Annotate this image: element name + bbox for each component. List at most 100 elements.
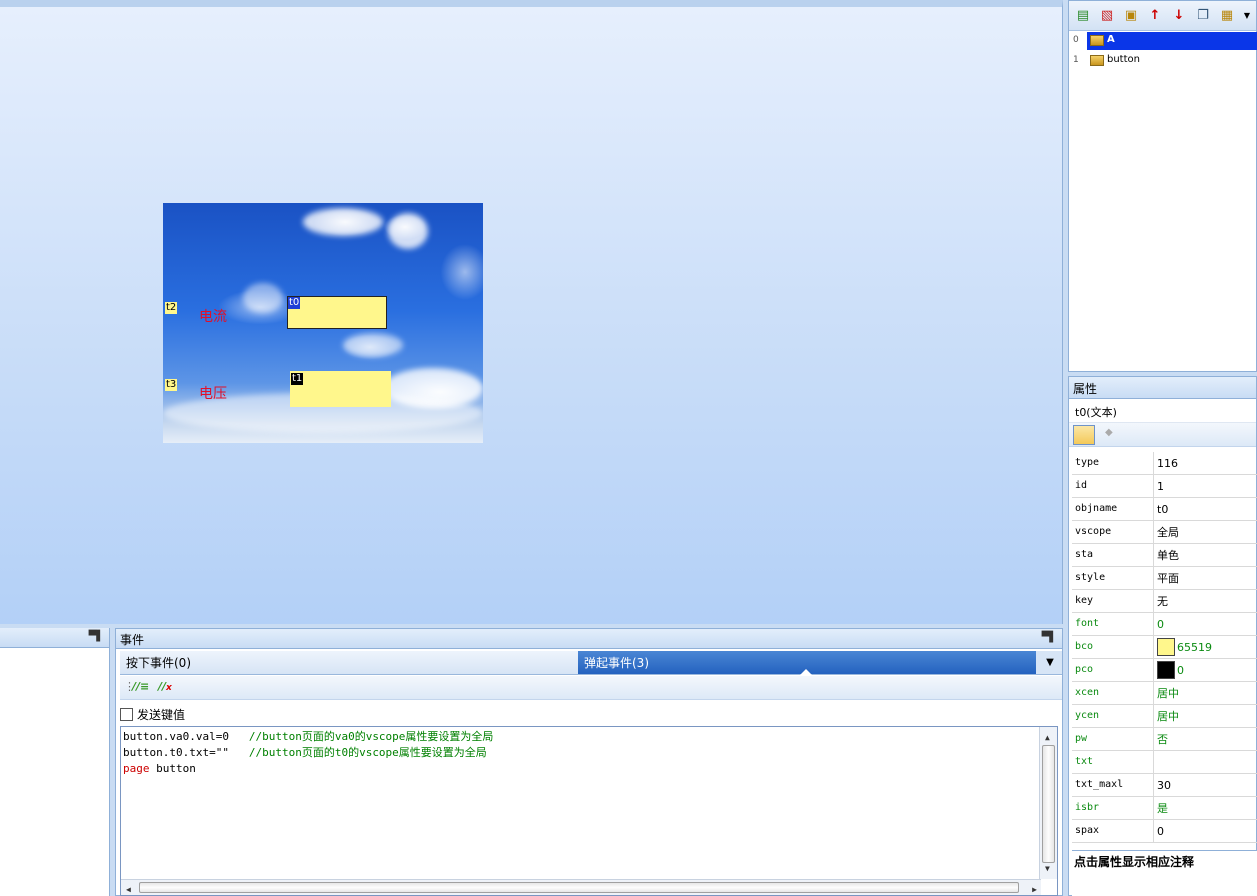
design-canvas[interactable]: t2 电流 t0 t3 电压 t1: [0, 0, 1063, 624]
import-page-icon[interactable]: ▦: [1219, 8, 1235, 24]
property-value[interactable]: 是: [1154, 797, 1257, 819]
event-panel-header: 事件 ▀▌: [116, 629, 1062, 649]
chevron-down-icon[interactable]: ▼: [1239, 8, 1255, 24]
property-row-key[interactable]: key 无: [1072, 590, 1257, 613]
code-editor[interactable]: button.va0.val=0 //button页面的va0的vscope属性…: [120, 726, 1058, 896]
pin-icon[interactable]: ▀▌: [89, 631, 104, 642]
property-name: ycen: [1072, 705, 1154, 727]
property-row-txt[interactable]: txt: [1072, 751, 1257, 774]
t0-tag[interactable]: t0: [288, 297, 301, 309]
property-name: pw: [1072, 728, 1154, 750]
page-icon: [1090, 35, 1104, 46]
property-value[interactable]: 全局: [1154, 521, 1257, 543]
property-name: spax: [1072, 820, 1154, 842]
move-up-icon[interactable]: ↑: [1147, 8, 1163, 24]
uncomment-icon[interactable]: //x: [158, 680, 172, 693]
property-value[interactable]: 居中: [1154, 705, 1257, 727]
event-toolbar: ⋮ //≡ //x: [120, 676, 1062, 700]
page-row[interactable]: 1 button: [1069, 52, 1257, 70]
property-value[interactable]: 居中: [1154, 682, 1257, 704]
move-down-icon[interactable]: ↓: [1171, 8, 1187, 24]
properties-toolbar: ◆: [1069, 423, 1256, 447]
property-row-pw[interactable]: pw 否: [1072, 728, 1257, 751]
property-row-xcen[interactable]: xcen 居中: [1072, 682, 1257, 705]
property-value[interactable]: 116: [1154, 452, 1257, 474]
property-value[interactable]: 1: [1154, 475, 1257, 497]
page-item-button[interactable]: button: [1087, 52, 1257, 70]
property-grid: type 116 id 1 objname t0 vscope 全局 sta 单色 style 平面 k…: [1072, 452, 1257, 843]
add-page-icon[interactable]: ▤: [1075, 8, 1091, 24]
page-item-a[interactable]: A: [1087, 32, 1257, 50]
send-key-label: 发送键值: [137, 707, 186, 722]
property-row-bco[interactable]: bco 65519: [1072, 636, 1257, 659]
property-name: bco: [1072, 636, 1154, 658]
property-row-id[interactable]: id 1: [1072, 475, 1257, 498]
t3-tag[interactable]: t3: [165, 379, 178, 391]
property-value[interactable]: 单色: [1154, 544, 1257, 566]
t1-tag[interactable]: t1: [291, 373, 304, 385]
copy-page-icon[interactable]: ❐: [1195, 8, 1211, 24]
property-value[interactable]: 0: [1154, 659, 1257, 681]
event-tabs: 按下事件(0) 弹起事件(3) ▼: [120, 651, 1062, 675]
current-label[interactable]: 电流: [199, 306, 227, 326]
pin-icon[interactable]: ▀▌: [1042, 632, 1057, 643]
tab-press-event[interactable]: 按下事件(0): [120, 651, 578, 674]
delete-page-icon[interactable]: ▧: [1099, 8, 1115, 24]
horizontal-scrollbar[interactable]: ◀ ▶: [121, 879, 1041, 895]
left-panel-header: ▀▌: [0, 628, 109, 648]
code-line: button.va0.val=0 //button页面的va0的vscope属性…: [123, 730, 494, 743]
property-value[interactable]: 30: [1154, 774, 1257, 796]
page-icon: [1090, 55, 1104, 66]
hmi-screen-preview[interactable]: t2 电流 t0 t3 电压 t1: [163, 203, 483, 443]
event-panel: 事件 ▀▌ 按下事件(0) 弹起事件(3) ▼ ⋮ //≡ //x 发送键值 b…: [115, 628, 1063, 896]
t0-text-box[interactable]: [287, 296, 387, 329]
send-key-checkbox[interactable]: [120, 707, 133, 721]
properties-panel: 属性 t0(文本) ◆ type 116 id 1 objname t0 vscope 全局 s…: [1068, 376, 1257, 896]
voltage-label[interactable]: 电压: [199, 383, 227, 403]
property-value[interactable]: 0: [1154, 613, 1257, 635]
color-swatch[interactable]: [1157, 661, 1175, 679]
property-row-ycen[interactable]: ycen 居中: [1072, 705, 1257, 728]
property-row-pco[interactable]: pco 0: [1072, 659, 1257, 682]
events-view-icon[interactable]: ◆: [1105, 427, 1113, 438]
property-value[interactable]: 平面: [1154, 567, 1257, 589]
property-value[interactable]: 否: [1154, 728, 1257, 750]
property-name: key: [1072, 590, 1154, 612]
property-row-spax[interactable]: spax 0: [1072, 820, 1257, 843]
chevron-down-icon[interactable]: ▼: [1038, 651, 1062, 674]
property-value[interactable]: t0: [1154, 498, 1257, 520]
property-name: id: [1072, 475, 1154, 497]
property-row-font[interactable]: font 0: [1072, 613, 1257, 636]
page-list-panel: ▤ ▧ ▣ ↑ ↓ ❐ ▦ ▼ 0 A 1 button: [1068, 0, 1257, 372]
insert-page-icon[interactable]: ▣: [1123, 8, 1139, 24]
property-name: txt: [1072, 751, 1154, 773]
page-toolbar: ▤ ▧ ▣ ↑ ↓ ❐ ▦ ▼: [1069, 1, 1256, 31]
t1-text-box[interactable]: [290, 371, 391, 407]
property-row-txt_maxl[interactable]: txt_maxl 30: [1072, 774, 1257, 797]
color-swatch[interactable]: [1157, 638, 1175, 656]
tab-release-event[interactable]: 弹起事件(3): [578, 651, 1036, 675]
property-value[interactable]: 无: [1154, 590, 1257, 612]
property-row-objname[interactable]: objname t0: [1072, 498, 1257, 521]
property-value[interactable]: 0: [1154, 820, 1257, 842]
property-row-style[interactable]: style 平面: [1072, 567, 1257, 590]
property-name: font: [1072, 613, 1154, 635]
property-row-sta[interactable]: sta 单色: [1072, 544, 1257, 567]
page-row[interactable]: 0 A: [1069, 32, 1257, 50]
property-value[interactable]: [1154, 751, 1257, 773]
send-key-option[interactable]: 发送键值: [120, 703, 185, 725]
property-name: pco: [1072, 659, 1154, 681]
event-panel-title: 事件: [120, 633, 145, 647]
comment-icon[interactable]: //≡: [132, 680, 149, 693]
selected-object[interactable]: t0(文本): [1069, 399, 1256, 423]
vertical-scrollbar[interactable]: ▲ ▼: [1039, 727, 1057, 879]
property-name: xcen: [1072, 682, 1154, 704]
property-row-vscope[interactable]: vscope 全局: [1072, 521, 1257, 544]
categorized-view-icon[interactable]: [1073, 425, 1095, 445]
property-row-type[interactable]: type 116: [1072, 452, 1257, 475]
t2-tag[interactable]: t2: [165, 302, 178, 314]
properties-title: 属性: [1069, 377, 1256, 399]
code-line: button.t0.txt="" //button页面的t0的vscope属性要…: [123, 746, 487, 759]
property-value[interactable]: 65519: [1154, 636, 1257, 658]
property-row-isbr[interactable]: isbr 是: [1072, 797, 1257, 820]
